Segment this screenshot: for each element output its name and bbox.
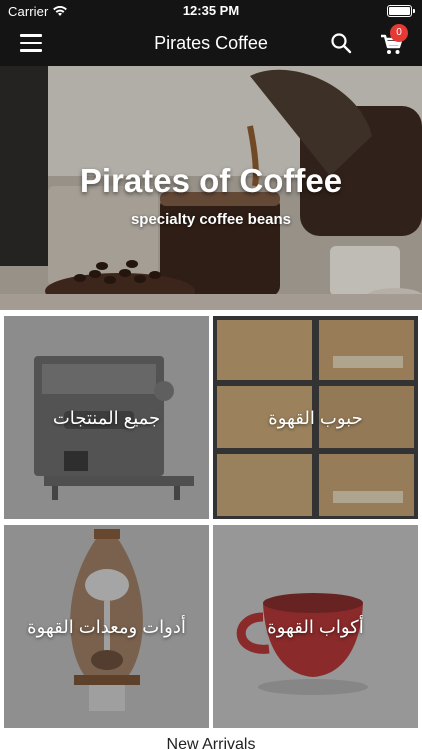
category-tile-coffee-cups[interactable]: أكواب القهوة bbox=[213, 525, 418, 728]
new-arrivals-heading: New Arrivals bbox=[166, 736, 256, 750]
page-title: Pirates Coffee bbox=[154, 33, 268, 53]
status-time: 12:35 PM bbox=[182, 3, 240, 18]
category-tile-coffee-tools[interactable]: أدوات ومعدات القهوة bbox=[4, 525, 209, 728]
category-label: أدوات ومعدات القهوة bbox=[27, 617, 186, 637]
category-label: حبوب القهوة bbox=[268, 408, 363, 428]
search-icon[interactable] bbox=[330, 32, 352, 54]
category-label: جميع المنتجات bbox=[52, 408, 161, 428]
status-bar: Carrier 12:35 PM bbox=[0, 0, 422, 22]
nav-bar: Pirates Coffee 0 bbox=[0, 22, 422, 66]
hero-banner[interactable]: Pirates of Coffee specialty coffee beans bbox=[0, 66, 422, 310]
category-label: أكواب القهوة bbox=[267, 617, 364, 637]
battery-icon bbox=[387, 5, 415, 17]
cart-count-badge: 0 bbox=[390, 24, 408, 42]
category-tile-coffee-beans[interactable]: حبوب القهوة bbox=[213, 316, 418, 519]
app-header: Carrier 12:35 PM Pirates Coffee 0 bbox=[0, 0, 422, 66]
hero-subtitle: specialty coffee beans bbox=[130, 211, 292, 228]
hero-title: Pirates of Coffee bbox=[79, 162, 343, 199]
category-tile-all-products[interactable]: جميع المنتجات bbox=[4, 316, 209, 519]
